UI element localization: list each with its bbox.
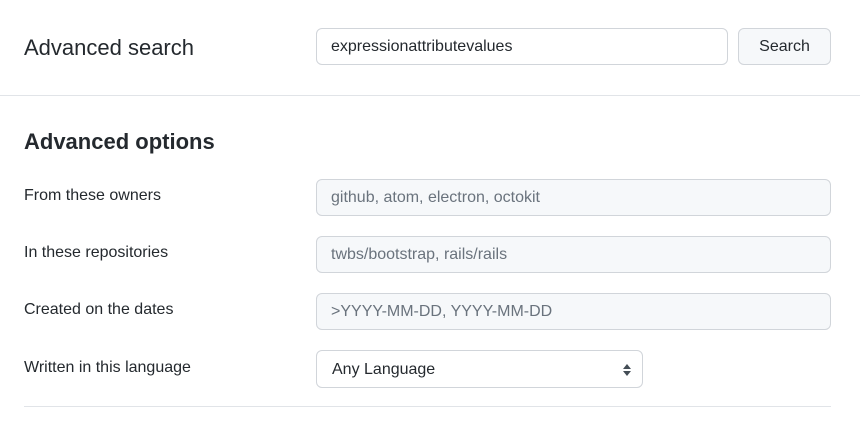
language-select-value: Any Language <box>332 361 436 378</box>
owners-input[interactable] <box>316 179 831 216</box>
section-divider <box>24 406 831 407</box>
dates-label: Created on the dates <box>24 301 174 318</box>
owners-label: From these owners <box>24 187 161 204</box>
advanced-search-page: Advanced search Search Advanced options … <box>0 0 860 430</box>
page-title: Advanced search <box>24 35 194 60</box>
dates-input[interactable] <box>316 293 831 330</box>
advanced-options-title: Advanced options <box>24 129 215 154</box>
repositories-label: In these repositories <box>24 244 169 261</box>
repositories-input[interactable] <box>316 236 831 273</box>
search-button[interactable]: Search <box>738 28 831 65</box>
select-arrows-icon <box>623 364 631 376</box>
language-select[interactable]: Any Language <box>316 350 643 388</box>
language-label: Written in this language <box>24 359 191 376</box>
search-header: Advanced search Search <box>0 0 860 96</box>
search-input[interactable] <box>316 28 728 65</box>
